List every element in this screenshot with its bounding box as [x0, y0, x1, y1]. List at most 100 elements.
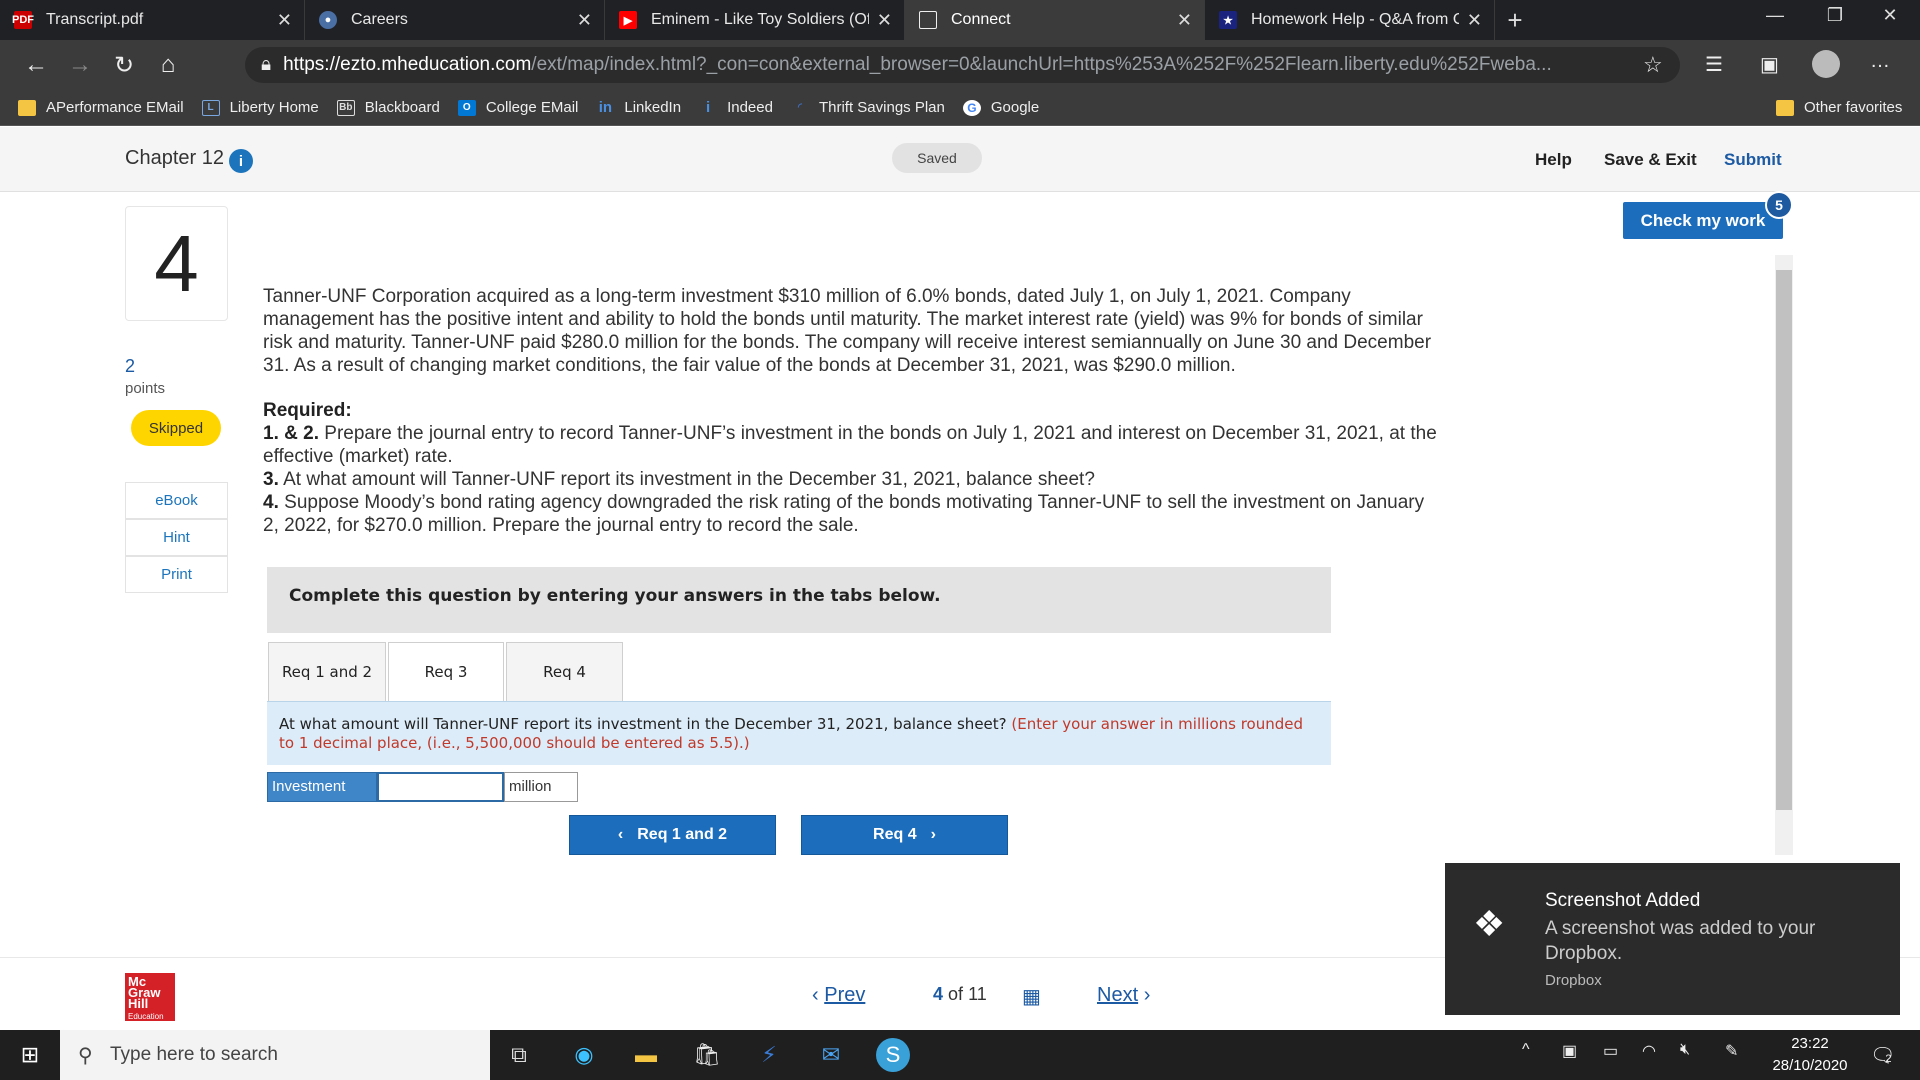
minimize-icon[interactable]: —: [1745, 0, 1805, 30]
browser-tab[interactable]: PDF Transcript.pdf ✕: [0, 0, 305, 40]
prev-question-link[interactable]: ‹ Prev: [812, 984, 865, 1007]
tray-chevron-icon[interactable]: ^: [1522, 1041, 1530, 1059]
investment-input[interactable]: [377, 772, 504, 802]
total-pages: 11: [968, 984, 987, 1004]
bookmark-label: LinkedIn: [624, 99, 682, 116]
check-my-work-button[interactable]: Check my work: [1623, 202, 1783, 239]
new-tab-icon[interactable]: +: [1495, 0, 1535, 40]
bookmark-item[interactable]: O College EMail: [457, 99, 578, 116]
info-icon[interactable]: i: [229, 149, 253, 173]
browser-tab[interactable]: ★ Homework Help - Q&A from On ✕: [1205, 0, 1495, 40]
next-req-label: Req 4: [873, 826, 917, 843]
file-explorer-icon[interactable]: ▬: [629, 1038, 663, 1072]
tray-app-icon[interactable]: ▣: [1562, 1041, 1577, 1061]
submit-link[interactable]: Submit: [1724, 150, 1782, 170]
system-clock[interactable]: 23:22 28/10/2020: [1760, 1033, 1860, 1077]
bookmark-label: Google: [990, 99, 1040, 116]
tab-req-4[interactable]: Req 4: [506, 642, 623, 702]
grid-icon[interactable]: ▦: [1022, 984, 1041, 1009]
bookmark-item[interactable]: i Indeed: [699, 99, 773, 116]
toast-message: A screenshot was added to your Dropbox.: [1545, 918, 1816, 964]
refresh-icon[interactable]: ↻: [102, 45, 146, 85]
toast-title: Screenshot Added: [1545, 890, 1701, 911]
next-question-link[interactable]: Next ›: [1097, 984, 1150, 1007]
wifi-icon[interactable]: ◠: [1642, 1041, 1656, 1061]
bookmark-label: Indeed: [727, 99, 773, 116]
power-automate-icon[interactable]: ⚡︎: [752, 1038, 786, 1072]
prev-req-button[interactable]: ‹ Req 1 and 2: [569, 815, 776, 855]
home-icon[interactable]: ⌂: [146, 45, 190, 85]
current-page: 4: [933, 984, 944, 1004]
attempts-badge: 5: [1765, 191, 1793, 219]
browser-tab[interactable]: ▶ Eminem - Like Toy Soldiers (Offic ✕: [605, 0, 905, 40]
bookmark-label: Blackboard: [364, 99, 440, 116]
favorite-star-icon[interactable]: ☆: [1643, 52, 1663, 78]
unit-label: million: [504, 772, 578, 802]
outlook-icon: O: [457, 99, 476, 116]
tab-req-1-2[interactable]: Req 1 and 2: [268, 642, 386, 702]
dropbox-notification[interactable]: ❖ Screenshot Added A screenshot was adde…: [1445, 863, 1900, 1015]
forward-icon[interactable]: →: [58, 45, 102, 85]
folder-icon: [18, 99, 36, 116]
of-label: of: [948, 984, 964, 1004]
task-view-icon[interactable]: ⧉: [502, 1038, 536, 1072]
save-exit-link[interactable]: Save & Exit: [1604, 150, 1697, 170]
tsp-icon: ◜: [798, 102, 802, 113]
bookmark-item[interactable]: in LinkedIn: [596, 99, 681, 116]
volume-mute-icon[interactable]: 🔇︎: [1680, 1041, 1690, 1059]
favorites-list-icon[interactable]: ☰: [1705, 52, 1723, 77]
skype-icon[interactable]: S: [876, 1038, 910, 1072]
restore-icon[interactable]: ❐: [1805, 0, 1865, 30]
help-link[interactable]: Help: [1535, 150, 1572, 170]
required-heading: Required:: [263, 400, 352, 421]
indeed-icon: i: [705, 99, 711, 116]
linkedin-icon: in: [598, 99, 613, 116]
more-icon[interactable]: …: [1870, 50, 1890, 73]
close-icon[interactable]: ✕: [877, 10, 892, 31]
bookmark-item[interactable]: APerformance EMail: [18, 99, 184, 116]
other-favorites[interactable]: Other favorites: [1776, 99, 1902, 116]
url-field[interactable]: 🔒︎ https://ezto.mheducation.com/ext/map/…: [245, 47, 1680, 83]
notification-center-icon[interactable]: 🗨︎2: [1870, 1043, 1895, 1068]
taskbar-search[interactable]: ⚲ Type here to search: [60, 1030, 490, 1080]
next-req-button[interactable]: Req 4 ›: [801, 815, 1008, 855]
chapter-title: Chapter 12: [125, 147, 224, 169]
profile-avatar[interactable]: [1812, 50, 1840, 78]
bookmark-item[interactable]: Bb Blackboard: [336, 99, 440, 116]
lock-icon: 🔒︎: [261, 54, 272, 75]
url-path: /ext/map/index.html?_con=con&external_br…: [531, 54, 1552, 75]
close-icon[interactable]: ✕: [1467, 10, 1482, 31]
windows-start-icon[interactable]: ⊞: [0, 1042, 60, 1068]
ebook-link[interactable]: eBook: [125, 482, 228, 519]
bookmark-item[interactable]: L Liberty Home: [201, 99, 319, 116]
toast-source: Dropbox: [1545, 972, 1602, 989]
print-link[interactable]: Print: [125, 556, 228, 593]
investment-label: Investment: [267, 772, 377, 802]
mail-icon[interactable]: ✉: [814, 1038, 848, 1072]
prev-label: Prev: [824, 984, 866, 1006]
scrollbar-thumb[interactable]: [1776, 270, 1792, 810]
window-close-icon[interactable]: ✕: [1860, 0, 1920, 30]
chevron-right-icon: ›: [930, 826, 936, 843]
close-icon[interactable]: ✕: [577, 10, 592, 31]
collections-icon[interactable]: ▣: [1760, 52, 1779, 77]
pen-icon[interactable]: ✎: [1725, 1041, 1738, 1061]
bookmark-label: Thrift Savings Plan: [818, 99, 945, 116]
close-icon[interactable]: ✕: [1177, 10, 1192, 31]
app-header: Chapter 12 i Saved Help Save & Exit Subm…: [0, 127, 1920, 192]
close-icon[interactable]: ✕: [277, 10, 292, 31]
hint-link[interactable]: Hint: [125, 519, 228, 556]
tab-title: Careers: [351, 11, 408, 28]
store-icon[interactable]: 🛍︎: [690, 1038, 724, 1072]
battery-icon: ▭: [1603, 1043, 1619, 1060]
bookmark-item[interactable]: G Google: [962, 99, 1040, 116]
browser-tab-active[interactable]: Connect ✕: [905, 0, 1205, 40]
browser-tab[interactable]: ● Careers ✕: [305, 0, 605, 40]
bookmark-item[interactable]: ◜ Thrift Savings Plan: [791, 99, 945, 116]
edge-icon[interactable]: ◉: [567, 1038, 601, 1072]
chevron-right-icon: ›: [1143, 984, 1151, 1006]
req-text: At what amount will Tanner-UNF report it…: [283, 469, 1095, 490]
seal-icon: ●: [319, 11, 337, 29]
back-icon[interactable]: ←: [14, 45, 58, 85]
tab-req-3[interactable]: Req 3: [388, 642, 504, 702]
